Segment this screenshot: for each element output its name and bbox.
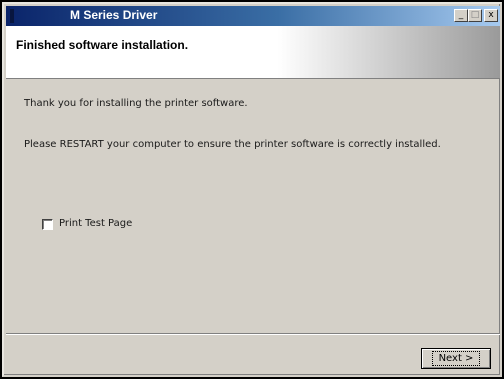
close-button[interactable]: x: [484, 9, 498, 22]
restart-instruction-text: Please RESTART your computer to ensure t…: [24, 139, 441, 150]
installer-window: M Series Driver _ □ x Finished software …: [2, 2, 502, 377]
print-test-page-label[interactable]: Print Test Page: [59, 218, 132, 229]
window-title: M Series Driver: [70, 8, 158, 22]
maximize-button[interactable]: □: [468, 9, 482, 22]
print-test-page-checkbox[interactable]: [42, 219, 53, 230]
thank-you-text: Thank you for installing the printer sof…: [24, 98, 248, 109]
next-button[interactable]: Next >: [421, 348, 491, 369]
minimize-button[interactable]: _: [454, 9, 468, 22]
next-button-label: Next >: [431, 351, 481, 366]
wizard-header: Finished software installation.: [6, 26, 500, 79]
header-title: Finished software installation.: [16, 38, 189, 52]
title-bar[interactable]: M Series Driver _ □ x: [6, 6, 500, 26]
footer-separator: [6, 333, 500, 335]
app-icon: [10, 9, 14, 23]
